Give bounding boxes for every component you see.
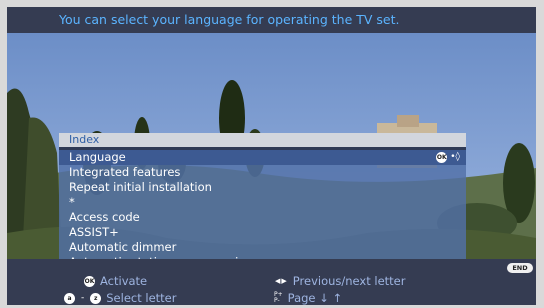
menu-item-integrated-features[interactable]: Integrated features xyxy=(59,165,466,180)
menu-item-label: Language xyxy=(69,150,126,164)
menu-item-label: Automatic dimmer xyxy=(69,240,177,254)
ok-icon: OK xyxy=(436,152,448,163)
menu-item-repeat-initial-installation[interactable]: Repeat initial installation xyxy=(59,180,466,195)
menu-item-label: Integrated features xyxy=(69,165,181,179)
legend-activate: OK Activate xyxy=(84,274,147,288)
menu-item-asterisk[interactable]: * xyxy=(59,195,466,210)
tv-screen: You can select your language for operati… xyxy=(7,7,536,305)
legend-previous-next-letter: ◀▶ Previous/next letter xyxy=(275,274,405,288)
menu-title: Index xyxy=(59,133,466,147)
menu-item-label: Access code xyxy=(69,210,140,224)
menu-item-assist-plus[interactable]: ASSIST+ xyxy=(59,225,466,240)
menu-item-access-code[interactable]: Access code xyxy=(59,210,466,225)
activate-label: Activate xyxy=(100,274,148,288)
letter-a-icon: a xyxy=(64,292,75,304)
index-menu: Index Language OK •◊ Integrated features… xyxy=(59,133,466,270)
ok-hint: OK •◊ xyxy=(436,152,460,163)
menu-item-label: Repeat initial installation xyxy=(69,180,212,194)
info-hint-bar: You can select your language for operati… xyxy=(7,7,536,33)
letter-z-icon: z xyxy=(90,292,102,304)
menu-item-language[interactable]: Language OK •◊ xyxy=(59,150,466,165)
menu-item-label: * xyxy=(69,195,75,209)
navigate-arrows-icon: •◊ xyxy=(450,152,460,162)
page-label: Page ↓ ↑ xyxy=(287,291,343,305)
menu-item-label: ASSIST+ xyxy=(69,225,119,239)
end-button[interactable]: END xyxy=(507,263,533,273)
button-legend-bar: END OK Activate ◀▶ Previous/next letter … xyxy=(7,259,536,305)
select-letter-label: Select letter xyxy=(106,291,177,305)
menu-item-automatic-dimmer[interactable]: Automatic dimmer xyxy=(59,240,466,255)
page-up-down-icon: P+ P- xyxy=(274,291,283,304)
legend-select-letter: a - z Select letter xyxy=(64,291,176,305)
left-right-arrows-icon: ◀▶ xyxy=(275,277,288,285)
dash-separator: - xyxy=(81,293,85,303)
legend-page: P+ P- Page ↓ ↑ xyxy=(274,291,342,305)
hint-text: You can select your language for operati… xyxy=(59,12,400,27)
ok-icon: OK xyxy=(84,275,95,287)
prev-next-label: Previous/next letter xyxy=(292,274,406,288)
